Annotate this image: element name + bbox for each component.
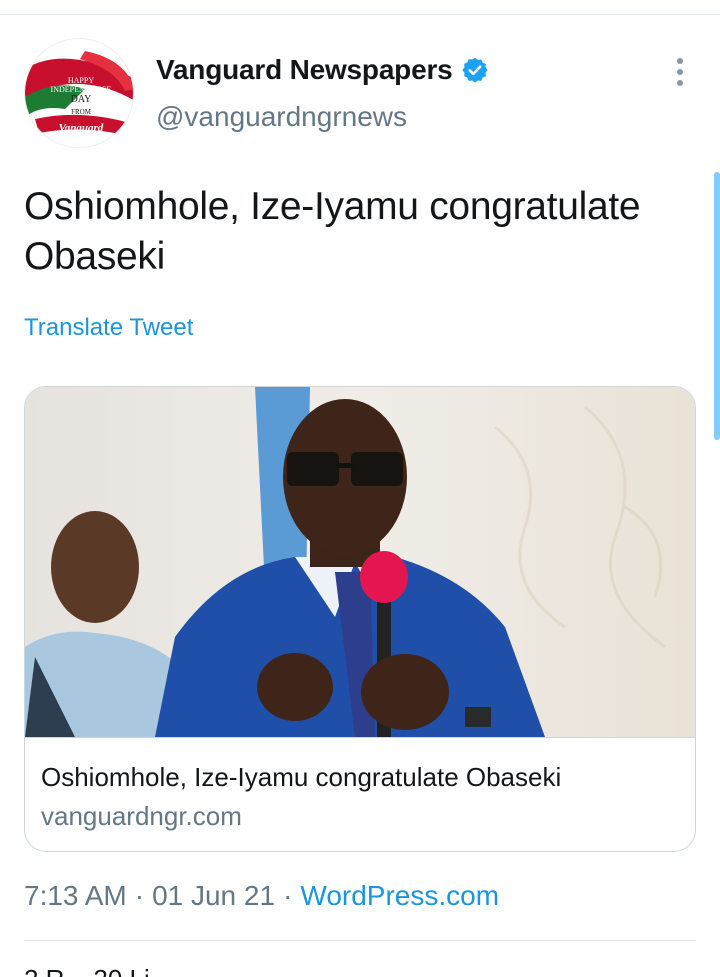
card-title: Oshiomhole, Ize-Iyamu congratulate Obase…: [41, 762, 562, 792]
top-divider: [0, 14, 720, 15]
more-vertical-icon[interactable]: [664, 54, 696, 90]
tweet-time: 7:13 AM: [24, 880, 127, 911]
svg-text:FROM: FROM: [71, 108, 92, 116]
avatar-logo-image: HAPPY INDEPENDENCE DAY FROM Vanguard: [25, 39, 133, 147]
tweet-source-link[interactable]: WordPress.com: [300, 880, 499, 912]
author-handle[interactable]: @vanguardngrnews: [156, 101, 407, 133]
verified-badge-icon: [461, 56, 489, 84]
tweet-stats[interactable]: 2 R... 20 Li...: [24, 964, 171, 977]
scrollbar[interactable]: [714, 172, 720, 440]
meta-separator: ·: [283, 880, 293, 911]
meta-separator: ·: [134, 880, 145, 911]
link-preview-card[interactable]: Oshiomhole, Ize-Iyamu congratulate Obase…: [24, 386, 696, 852]
tweet-text: Oshiomhole, Ize-Iyamu congratulate Obase…: [24, 185, 641, 278]
author-name-row[interactable]: Vanguard Newspapers: [156, 52, 489, 88]
translate-tweet-link[interactable]: Translate Tweet: [24, 314, 193, 342]
author-display-name[interactable]: Vanguard Newspapers: [156, 54, 453, 86]
avatar[interactable]: HAPPY INDEPENDENCE DAY FROM Vanguard: [24, 38, 134, 148]
tweet-meta: 7:13 AM · 01 Jun 21 · WordPress.com: [24, 880, 499, 912]
svg-text:HAPPY: HAPPY: [68, 76, 94, 85]
tweet-date: 01 Jun 21: [152, 880, 276, 911]
svg-text:INDEPENDENCE: INDEPENDENCE: [51, 85, 112, 94]
svg-text:DAY: DAY: [71, 94, 92, 105]
card-image: [25, 387, 695, 737]
svg-text:Vanguard: Vanguard: [59, 122, 104, 134]
card-domain: vanguardngr.com: [41, 801, 242, 831]
card-divider: [25, 737, 695, 738]
bottom-divider: [24, 940, 696, 941]
